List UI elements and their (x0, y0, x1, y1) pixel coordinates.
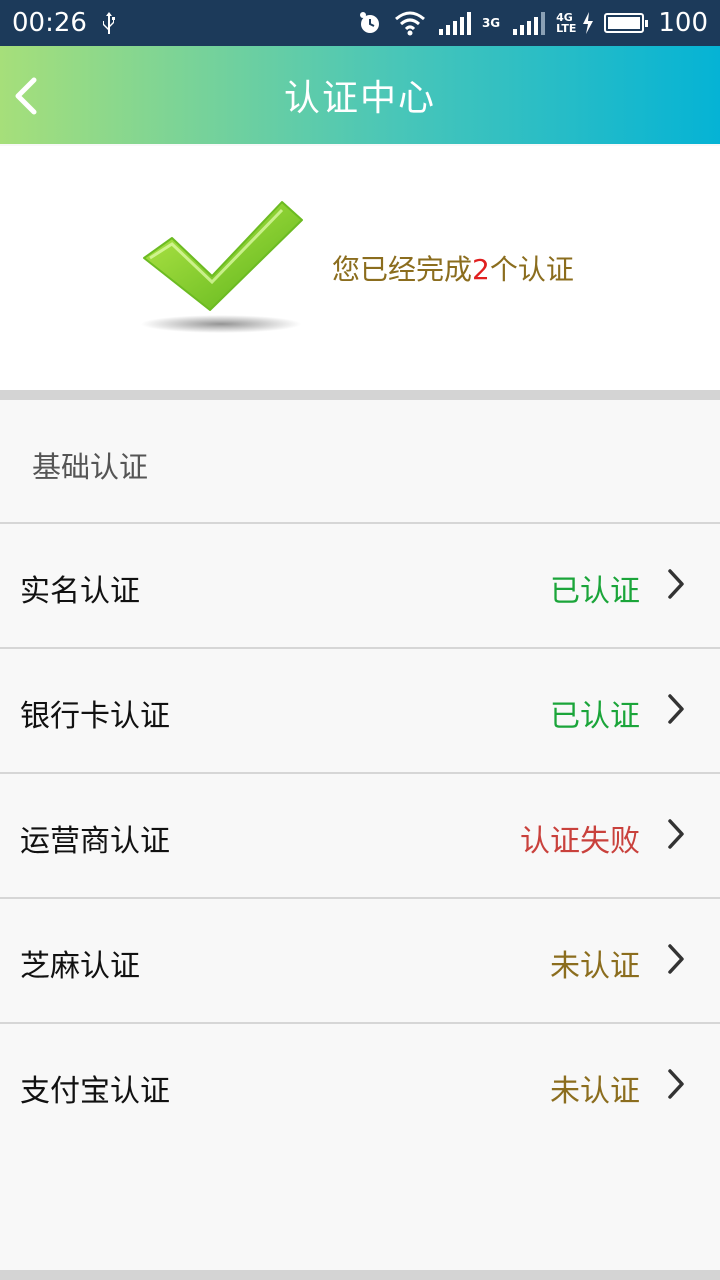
item-label: 实名认证 (20, 574, 140, 609)
item-status: 未认证 (550, 1074, 640, 1109)
alarm-icon (359, 12, 379, 33)
item-label: 支付宝认证 (20, 1074, 170, 1109)
checkmark-icon (141, 201, 303, 333)
section-title: 基础认证 (32, 450, 149, 484)
list-item-alipay[interactable]: 支付宝认证 未认证 (0, 1022, 720, 1146)
list-item-carrier[interactable]: 运营商认证 认证失败 (0, 772, 720, 896)
status-indicators: 3G 4G LTE 100 (346, 8, 708, 38)
summary-panel: 您已经完成2个认证 (0, 146, 720, 390)
summary-prefix: 您已经完成 (332, 253, 473, 286)
network-lte-label: LTE (556, 22, 577, 35)
network-3g-label: 3G (481, 16, 501, 30)
item-label: 芝麻认证 (20, 949, 140, 984)
chevron-right-icon (668, 819, 684, 849)
section-divider (0, 390, 720, 400)
summary-text: 您已经完成2个认证 (332, 248, 574, 288)
bottom-divider (0, 1270, 720, 1280)
status-time: 00:26 (12, 8, 87, 38)
section-header: 基础认证 (0, 400, 720, 522)
item-status: 未认证 (550, 949, 640, 984)
list-item-bank-card[interactable]: 银行卡认证 已认证 (0, 647, 720, 771)
charging-icon (583, 12, 594, 34)
chevron-right-icon (668, 569, 684, 599)
summary-suffix: 个认证 (489, 253, 574, 286)
list-item-sesame[interactable]: 芝麻认证 未认证 (0, 897, 720, 1021)
battery-level: 100 (658, 8, 708, 38)
page-title: 认证中心 (283, 78, 436, 119)
network-4g-lte: 4G LTE (556, 12, 576, 34)
summary-count: 2 (472, 253, 490, 286)
list-item-real-name[interactable]: 实名认证 已认证 (0, 522, 720, 646)
signal-icon-1 (438, 12, 471, 35)
item-status: 认证失败 (520, 824, 640, 859)
chevron-left-icon[interactable] (12, 76, 42, 116)
status-bar: 00:26 3G 4G LTE 100 (0, 0, 720, 46)
battery-fill (608, 17, 641, 29)
nav-bar: 认证中心 (0, 46, 720, 144)
wifi-icon (394, 11, 425, 36)
battery-icon (604, 13, 649, 33)
chevron-right-icon (668, 1069, 684, 1099)
chevron-right-icon (668, 944, 684, 974)
item-status: 已认证 (550, 574, 640, 609)
chevron-right-icon (668, 694, 684, 724)
item-label: 运营商认证 (20, 824, 170, 859)
signal-icon-2 (513, 12, 546, 35)
item-status: 已认证 (550, 699, 640, 734)
usb-icon (102, 12, 115, 34)
item-label: 银行卡认证 (20, 699, 170, 734)
